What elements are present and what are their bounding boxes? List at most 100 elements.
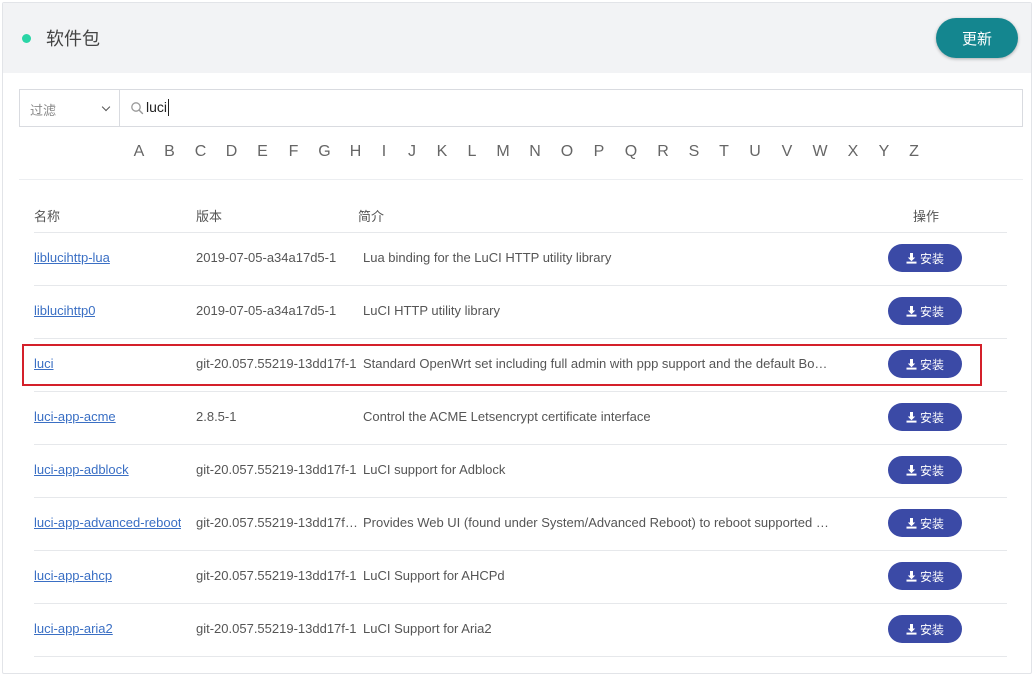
table-divider <box>34 550 1007 551</box>
install-button-label: 安装 <box>919 410 944 425</box>
divider <box>19 179 1023 180</box>
search-input[interactable]: luci <box>146 99 170 116</box>
package-name-link[interactable]: luci-app-advanced-reboot <box>34 515 181 530</box>
package-name-link[interactable]: luci-app-aria2 <box>34 621 113 636</box>
alphabet-letter-d[interactable]: D <box>216 143 247 161</box>
install-button[interactable]: 安装 <box>888 456 962 484</box>
package-name-link[interactable]: liblucihttp-lua <box>34 250 110 265</box>
install-button[interactable]: 安装 <box>888 562 962 590</box>
alphabet-letter-m[interactable]: M <box>487 143 519 161</box>
install-button-label: 安装 <box>919 304 944 319</box>
chevron-down-icon <box>101 102 111 112</box>
column-header-version: 版本 <box>196 210 223 225</box>
table-divider <box>34 497 1007 498</box>
package-description: Provides Web UI (found under System/Adva… <box>363 515 829 530</box>
package-name-link[interactable]: luci-app-ahcp <box>34 568 112 583</box>
packages-panel: 软件包 更新 过滤 luci ABCDEFGHIJKLMNOPQRSTUVWXY… <box>2 2 1032 674</box>
panel-header: 软件包 更新 <box>3 3 1031 73</box>
package-version: git-20.057.55219-13dd17f-1 <box>196 356 357 371</box>
package-version: git-20.057.55219-13dd17f-1 <box>196 568 357 583</box>
alphabet-letter-i[interactable]: I <box>371 143 397 161</box>
table-divider <box>34 232 1007 233</box>
alphabet-letter-h[interactable]: H <box>340 143 371 161</box>
alphabet-letter-w[interactable]: W <box>803 143 837 161</box>
download-icon <box>906 517 920 529</box>
alphabet-letter-x[interactable]: X <box>837 143 869 161</box>
column-header-name: 名称 <box>34 210 61 225</box>
alphabet-index: ABCDEFGHIJKLMNOPQRSTUVWXYZ <box>124 143 929 161</box>
table-divider <box>34 656 1007 657</box>
install-button[interactable]: 安装 <box>888 350 962 378</box>
alphabet-letter-z[interactable]: Z <box>899 143 929 161</box>
download-icon <box>906 411 920 423</box>
search-field[interactable]: luci <box>120 90 1022 126</box>
install-button-label: 安装 <box>919 569 944 584</box>
download-icon <box>906 305 920 317</box>
alphabet-letter-k[interactable]: K <box>427 143 457 161</box>
install-button[interactable]: 安装 <box>888 615 962 643</box>
package-name-link[interactable]: liblucihttp0 <box>34 303 95 318</box>
package-version: git-20.057.55219-13dd17f… <box>196 515 358 530</box>
download-icon <box>906 358 920 370</box>
package-name-link[interactable]: luci-app-adblock <box>34 462 129 477</box>
package-version: 2019-07-05-a34a17d5-1 <box>196 250 337 265</box>
package-description: LuCI support for Adblock <box>363 462 506 477</box>
status-dot <box>22 34 31 43</box>
alphabet-letter-b[interactable]: B <box>154 143 185 161</box>
alphabet-letter-q[interactable]: Q <box>615 143 647 161</box>
filter-bar: 过滤 luci <box>19 89 1023 127</box>
install-button[interactable]: 安装 <box>888 403 962 431</box>
package-description: Control the ACME Letsencrypt certificate… <box>363 409 651 424</box>
table-divider <box>34 603 1007 604</box>
table-divider <box>34 338 1007 339</box>
alphabet-letter-c[interactable]: C <box>185 143 216 161</box>
package-version: git-20.057.55219-13dd17f-1 <box>196 462 357 477</box>
package-version: git-20.057.55219-13dd17f-1 <box>196 621 357 636</box>
install-button-label: 安装 <box>919 463 944 478</box>
search-icon <box>131 102 144 115</box>
alphabet-letter-y[interactable]: Y <box>869 143 899 161</box>
alphabet-letter-t[interactable]: T <box>709 143 739 161</box>
install-button[interactable]: 安装 <box>888 297 962 325</box>
alphabet-letter-v[interactable]: V <box>771 143 803 161</box>
column-header-action: 操作 <box>913 210 940 225</box>
install-button[interactable]: 安装 <box>888 244 962 272</box>
alphabet-letter-r[interactable]: R <box>647 143 679 161</box>
filter-select[interactable]: 过滤 <box>20 90 120 126</box>
download-icon <box>906 252 920 264</box>
install-button-label: 安装 <box>919 251 944 266</box>
filter-select-label: 过滤 <box>30 104 57 119</box>
alphabet-letter-p[interactable]: P <box>583 143 615 161</box>
alphabet-letter-n[interactable]: N <box>519 143 551 161</box>
download-icon <box>906 623 920 635</box>
table-divider <box>34 444 1007 445</box>
package-version: 2.8.5-1 <box>196 409 237 424</box>
refresh-button[interactable]: 更新 <box>936 18 1018 58</box>
alphabet-letter-u[interactable]: U <box>739 143 771 161</box>
alphabet-letter-o[interactable]: O <box>551 143 583 161</box>
alphabet-letter-s[interactable]: S <box>679 143 709 161</box>
alphabet-letter-a[interactable]: A <box>124 143 154 161</box>
alphabet-letter-j[interactable]: J <box>397 143 427 161</box>
package-description: LuCI Support for Aria2 <box>363 621 492 636</box>
package-version: 2019-07-05-a34a17d5-1 <box>196 303 337 318</box>
install-button[interactable]: 安装 <box>888 509 962 537</box>
package-description: LuCI HTTP utility library <box>363 303 501 318</box>
package-name-link[interactable]: luci-app-acme <box>34 409 116 424</box>
column-header-description: 简介 <box>358 210 385 225</box>
download-icon <box>906 570 920 582</box>
package-description: LuCI Support for AHCPd <box>363 568 505 583</box>
package-name-link[interactable]: luci <box>34 356 54 371</box>
package-description: Standard OpenWrt set including full admi… <box>363 356 828 371</box>
package-description: Lua binding for the LuCI HTTP utility li… <box>363 250 612 265</box>
alphabet-letter-g[interactable]: G <box>309 143 340 161</box>
table-divider <box>34 391 1007 392</box>
page-title: 软件包 <box>46 29 100 50</box>
download-icon <box>906 464 920 476</box>
alphabet-letter-l[interactable]: L <box>457 143 487 161</box>
alphabet-letter-e[interactable]: E <box>247 143 278 161</box>
install-button-label: 安装 <box>919 357 944 372</box>
alphabet-letter-f[interactable]: F <box>278 143 309 161</box>
install-button-label: 安装 <box>919 516 944 531</box>
install-button-label: 安装 <box>919 622 944 637</box>
